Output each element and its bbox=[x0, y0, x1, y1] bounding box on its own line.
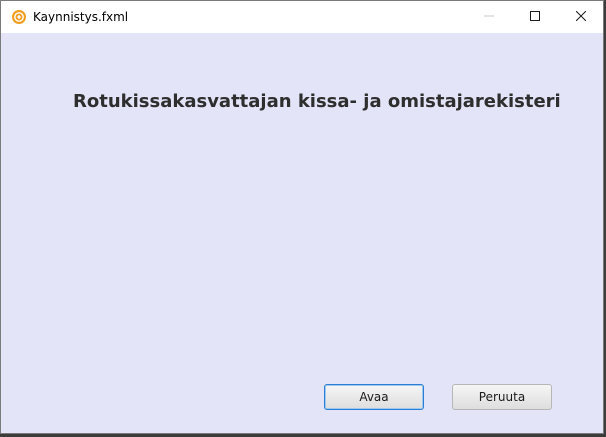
title-bar[interactable]: Kaynnistys.fxml bbox=[1, 1, 603, 33]
main-content: Rotukissakasvattajan kissa- ja omistajar… bbox=[1, 33, 603, 433]
page-title: Rotukissakasvattajan kissa- ja omistajar… bbox=[73, 91, 561, 112]
close-icon bbox=[575, 8, 587, 26]
app-icon bbox=[11, 9, 27, 25]
minimize-icon bbox=[484, 8, 494, 26]
maximize-icon bbox=[530, 8, 540, 26]
maximize-button[interactable] bbox=[512, 1, 558, 33]
open-button[interactable]: Avaa bbox=[324, 384, 424, 410]
window-title: Kaynnistys.fxml bbox=[33, 10, 129, 24]
cancel-button[interactable]: Peruuta bbox=[452, 384, 552, 410]
minimize-button[interactable] bbox=[466, 1, 512, 33]
close-button[interactable] bbox=[558, 1, 604, 33]
app-window: Kaynnistys.fxml Rotukissakasvattajan kis… bbox=[0, 0, 604, 434]
